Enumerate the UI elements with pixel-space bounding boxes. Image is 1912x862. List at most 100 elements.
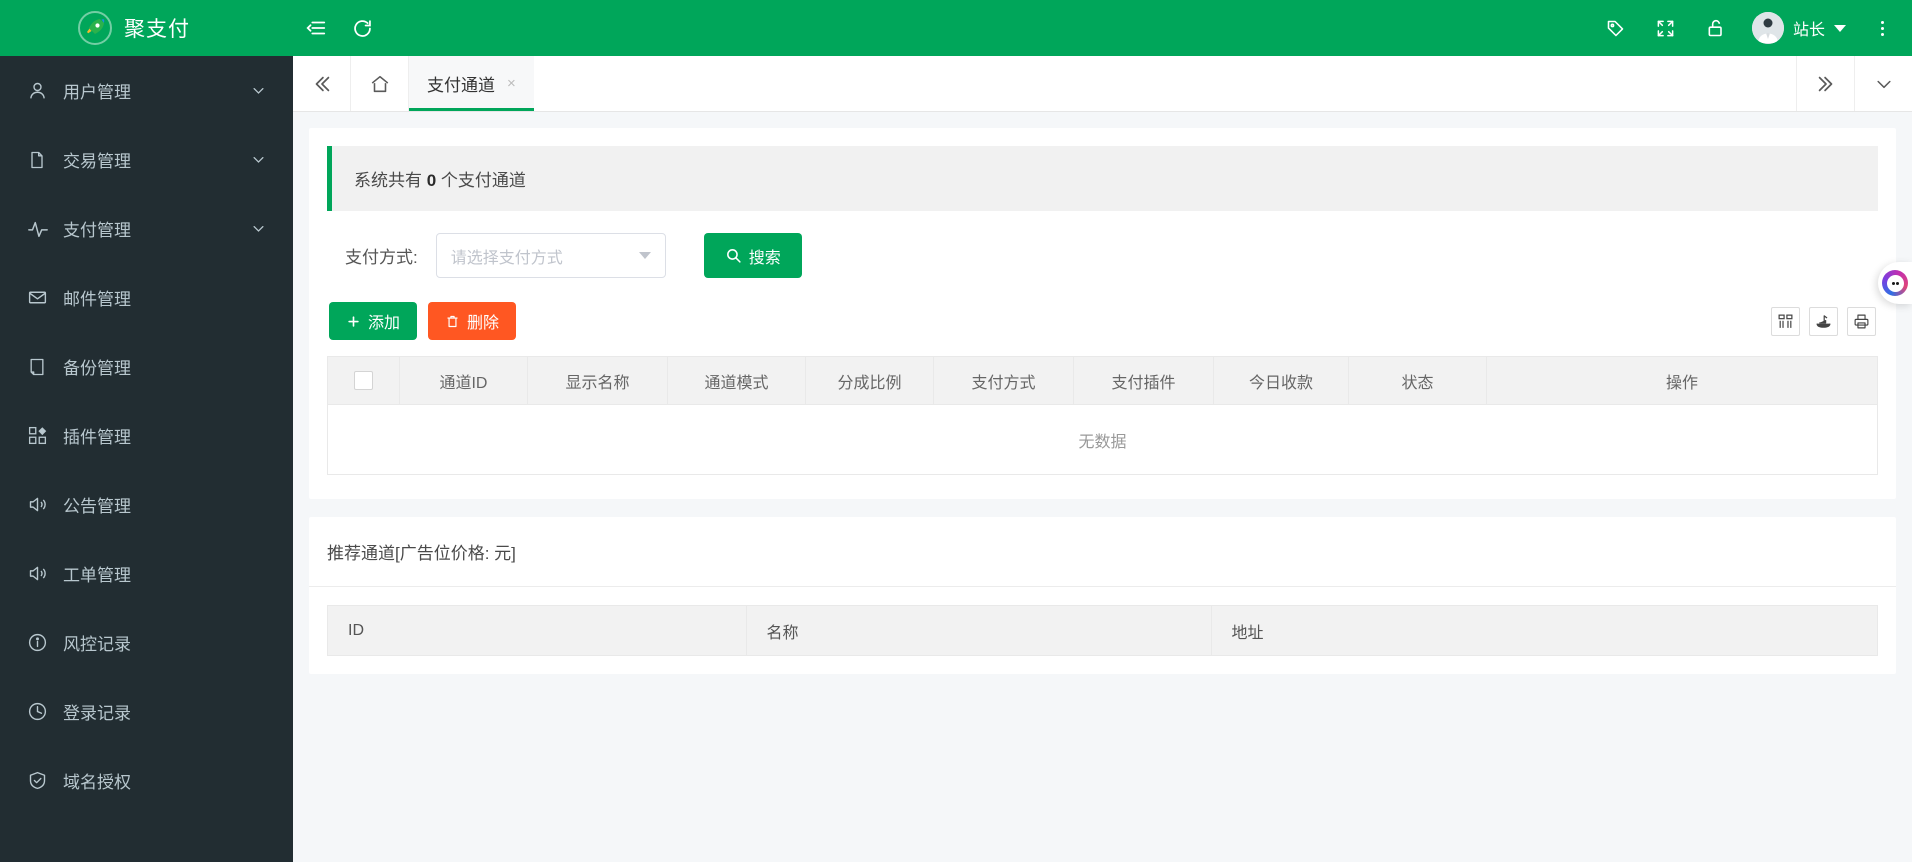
th-rec-name: 名称	[745, 605, 1212, 656]
refresh-icon[interactable]	[339, 0, 385, 56]
select-all-header	[327, 356, 400, 405]
th-payment-method[interactable]: 支付方式	[933, 356, 1074, 405]
sidebar-item-ticket-management[interactable]: 工单管理	[0, 539, 293, 608]
payment-method-label: 支付方式:	[345, 248, 418, 267]
sidebar-item-transaction-management[interactable]: 交易管理	[0, 125, 293, 194]
tab-bar: 支付通道 ×	[293, 56, 1912, 112]
empty-state-text: 无数据	[327, 404, 1878, 475]
table-toolbar: 添加 删除	[327, 302, 1878, 340]
tab-payment-channel[interactable]: 支付通道 ×	[409, 56, 534, 111]
th-status[interactable]: 状态	[1348, 356, 1487, 405]
th-share-ratio[interactable]: 分成比例	[805, 356, 934, 405]
columns-icon[interactable]	[1771, 306, 1800, 336]
activity-icon	[27, 218, 63, 240]
table-header-row: 通道ID 显示名称 通道模式 分成比例 支付方式 支付插件 今日收款 状态 操作	[327, 356, 1878, 405]
search-icon	[725, 247, 742, 264]
recommend-header-row: ID 名称 地址	[327, 605, 1878, 656]
channel-card: 系统共有 0 个支付通道 支付方式: 请选择支付方式 搜索 添加 删除 通道ID…	[309, 128, 1896, 499]
sidebar-item-login-records[interactable]: 登录记录	[0, 677, 293, 746]
unlock-icon[interactable]	[1696, 0, 1736, 56]
summary-alert: 系统共有 0 个支付通道	[327, 146, 1878, 211]
user-name: 站长	[1792, 22, 1825, 39]
brand-logo[interactable]: 聚支付	[0, 0, 293, 56]
sidebar-item-domain-authorization[interactable]: 域名授权	[0, 746, 293, 815]
channel-table: 通道ID 显示名称 通道模式 分成比例 支付方式 支付插件 今日收款 状态 操作…	[327, 356, 1878, 475]
table-empty-row: 无数据	[327, 404, 1878, 475]
shield-check-icon	[27, 770, 63, 791]
tag-icon[interactable]	[1596, 0, 1636, 56]
tab-label: 支付通道	[427, 76, 495, 95]
delete-button[interactable]: 删除	[428, 302, 517, 340]
tab-dropdown-icon[interactable]	[1854, 56, 1912, 111]
recommend-card: 推荐通道[广告位价格: 元] ID 名称 地址	[309, 517, 1896, 674]
menu-fold-icon[interactable]	[293, 0, 339, 56]
recommend-body: ID 名称 地址	[309, 587, 1896, 674]
add-button-label: 添加	[368, 315, 401, 332]
double-chevron-left-icon[interactable]	[293, 56, 351, 111]
payment-method-select[interactable]: 请选择支付方式	[435, 233, 666, 278]
sidebar-item-backup-management[interactable]: 备份管理	[0, 332, 293, 401]
main-content: 系统共有 0 个支付通道 支付方式: 请选择支付方式 搜索 添加 删除 通道ID…	[293, 112, 1912, 862]
assistant-ball-icon[interactable]	[1878, 262, 1912, 304]
th-operation[interactable]: 操作	[1486, 356, 1878, 405]
app-root: 聚支付 站长 用户管理 交易管理 支付管理 邮件管理 备份管理 插件管理 公告管…	[0, 0, 1912, 862]
search-form: 支付方式: 请选择支付方式 搜索	[327, 211, 1878, 278]
chevron-down-icon	[251, 221, 266, 236]
sidebar-item-label: 公告管理	[63, 497, 131, 516]
select-placeholder: 请选择支付方式	[450, 249, 563, 267]
toolbar-left-group: 添加 删除	[329, 302, 517, 340]
th-channel-mode[interactable]: 通道模式	[667, 356, 806, 405]
sidebar-item-risk-records[interactable]: 风控记录	[0, 608, 293, 677]
more-vertical-icon[interactable]	[1862, 0, 1902, 56]
recommend-table: ID 名称 地址	[327, 605, 1878, 656]
export-icon[interactable]	[1809, 306, 1838, 336]
select-all-checkbox[interactable]	[354, 371, 373, 390]
sidebar-item-plugin-management[interactable]: 插件管理	[0, 401, 293, 470]
th-channel-id[interactable]: 通道ID	[399, 356, 528, 405]
sidebar-item-label: 风控记录	[63, 635, 131, 654]
sidebar-item-mail-management[interactable]: 邮件管理	[0, 263, 293, 332]
file-icon	[27, 150, 63, 170]
sidebar-item-label: 支付管理	[63, 221, 131, 240]
info-circle-icon	[27, 632, 63, 653]
brand-name: 聚支付	[124, 18, 190, 41]
user-menu[interactable]: 站长	[1746, 0, 1852, 56]
sidebar-item-label: 交易管理	[63, 152, 131, 171]
sidebar-item-label: 插件管理	[63, 428, 131, 447]
double-chevron-right-icon[interactable]	[1796, 56, 1854, 111]
clock-icon	[27, 701, 63, 722]
speaker-icon	[27, 563, 63, 584]
grid-icon	[27, 425, 63, 446]
sidebar-item-announcement-management[interactable]: 公告管理	[0, 470, 293, 539]
tab-list: 支付通道 ×	[409, 56, 1796, 111]
chevron-down-icon	[251, 152, 266, 167]
chevron-down-icon	[1834, 24, 1846, 32]
th-payment-plugin[interactable]: 支付插件	[1073, 356, 1214, 405]
fullscreen-icon[interactable]	[1646, 0, 1686, 56]
avatar	[1751, 12, 1784, 44]
th-rec-address: 地址	[1210, 605, 1878, 656]
assistant-ball-gradient	[1882, 270, 1908, 296]
sidebar-item-label: 域名授权	[63, 773, 131, 792]
th-display-name[interactable]: 显示名称	[527, 356, 668, 405]
home-icon[interactable]	[351, 56, 409, 111]
th-today-income[interactable]: 今日收款	[1213, 356, 1349, 405]
add-button[interactable]: 添加	[329, 302, 418, 340]
header-actions: 站长	[1596, 0, 1912, 56]
plus-icon	[346, 314, 361, 329]
sidebar-item-label: 邮件管理	[63, 290, 131, 309]
speaker-icon	[27, 494, 63, 515]
print-icon[interactable]	[1847, 306, 1876, 336]
sidebar-item-label: 用户管理	[63, 83, 131, 102]
sidebar-item-user-management[interactable]: 用户管理	[0, 56, 293, 125]
table-body: 无数据	[327, 404, 1878, 475]
search-button[interactable]: 搜索	[703, 233, 802, 278]
alert-suffix: 个支付通道	[436, 171, 526, 190]
sidebar-item-payment-management[interactable]: 支付管理	[0, 194, 293, 263]
mail-icon	[27, 287, 63, 308]
chevron-down-icon	[638, 252, 651, 259]
recommend-title: 推荐通道[广告位价格: 元]	[309, 517, 1896, 587]
th-rec-id: ID	[327, 605, 747, 656]
close-icon[interactable]: ×	[507, 76, 516, 91]
user-icon	[27, 80, 63, 101]
